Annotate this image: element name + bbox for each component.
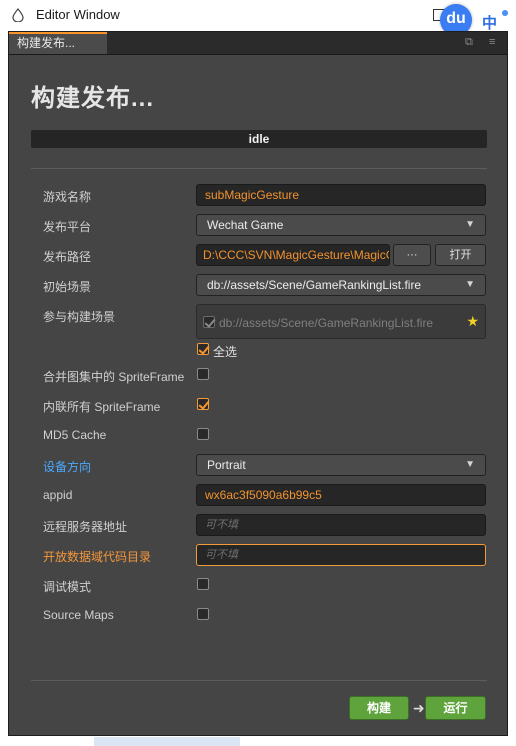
scene-item-checkbox[interactable] xyxy=(203,316,215,328)
md5-cache-label: MD5 Cache xyxy=(43,428,107,442)
scene-item-path: db://assets/Scene/GameRankingList.fire xyxy=(219,316,434,330)
source-maps-checkbox[interactable] xyxy=(197,608,209,620)
inline-sprite-checkbox[interactable] xyxy=(197,398,209,410)
orientation-select[interactable]: Portrait ▼ xyxy=(196,454,486,476)
appid-input[interactable]: wx6ac3f5090a6b99c5 xyxy=(196,484,486,506)
restore-window-icon[interactable]: ⧉ xyxy=(465,36,473,49)
debug-mode-checkbox[interactable] xyxy=(197,578,209,590)
ime-mode-indicator[interactable]: 中 xyxy=(482,12,497,33)
os-titlebar: Editor Window du 中 xyxy=(0,0,516,36)
path-label: 发布路径 xyxy=(43,250,92,264)
platform-label: 发布平台 xyxy=(43,220,92,234)
editor-window: 构建发布... ⧉ ≡ 构建发布... idle 游戏名称 subMagicGe… xyxy=(8,31,508,736)
screen: Editor Window du 中 构建发布... ⧉ ≡ 构建发布... i… xyxy=(0,0,516,746)
game-name-input[interactable]: subMagicGesture xyxy=(196,184,486,206)
tab-strip: 构建发布... ⧉ ≡ xyxy=(9,32,507,55)
orientation-label: 设备方向 xyxy=(43,460,92,474)
divider-bottom xyxy=(31,680,487,681)
select-all-label[interactable]: 全选 xyxy=(213,343,237,360)
open-data-dir-label: 开放数据域代码目录 xyxy=(43,550,152,564)
arrow-right-icon: ➜ xyxy=(413,700,425,716)
remote-server-label: 远程服务器地址 xyxy=(43,520,128,534)
platform-value: Wechat Game xyxy=(207,218,284,232)
source-maps-label: Source Maps xyxy=(43,608,114,622)
md5-cache-checkbox[interactable] xyxy=(197,428,209,440)
menu-icon[interactable]: ≡ xyxy=(489,36,495,48)
chevron-down-icon: ▼ xyxy=(465,459,475,470)
select-all-checkbox[interactable] xyxy=(197,343,209,355)
orientation-value: Portrait xyxy=(207,458,246,472)
remote-server-input[interactable]: 可不填 xyxy=(196,514,486,536)
merge-sprite-label: 合并图集中的 SpriteFrame xyxy=(43,370,185,384)
status-bar: idle xyxy=(31,130,487,148)
inline-sprite-label: 内联所有 SpriteFrame xyxy=(43,400,161,414)
appid-label: appid xyxy=(43,488,73,502)
ime-dot-icon xyxy=(502,10,508,16)
chevron-down-icon: ▼ xyxy=(465,279,475,290)
window-title: Editor Window xyxy=(36,7,120,22)
run-button[interactable]: 运行 xyxy=(425,696,486,720)
build-button[interactable]: 构建 xyxy=(349,696,409,720)
build-scenes-label: 参与构建场景 xyxy=(43,310,116,324)
app-drop-icon xyxy=(12,8,24,22)
merge-sprite-checkbox[interactable] xyxy=(197,368,209,380)
platform-select[interactable]: Wechat Game ▼ xyxy=(196,214,486,236)
chevron-down-icon: ▼ xyxy=(465,219,475,230)
path-input[interactable]: D:\CCC\SVN\MagicGesture\MagicGest xyxy=(196,244,390,266)
open-folder-button[interactable]: 打开 xyxy=(435,244,486,266)
tab-build-publish[interactable]: 构建发布... xyxy=(9,32,107,54)
scene-list: db://assets/Scene/GameRankingList.fire ★ xyxy=(196,304,486,339)
debug-mode-label: 调试模式 xyxy=(43,580,92,594)
game-name-label: 游戏名称 xyxy=(43,190,92,204)
panel-title: 构建发布... xyxy=(31,85,155,112)
start-scene-star-icon: ★ xyxy=(466,313,479,329)
start-scene-value: db://assets/Scene/GameRankingList.fire xyxy=(207,278,422,292)
start-scene-select[interactable]: db://assets/Scene/GameRankingList.fire ▼ xyxy=(196,274,486,296)
divider-top xyxy=(31,168,487,169)
start-scene-label: 初始场景 xyxy=(43,280,92,294)
browse-button[interactable]: ··· xyxy=(393,244,431,266)
open-data-dir-input[interactable]: 可不填 xyxy=(196,544,486,566)
background-window-strip xyxy=(94,737,240,746)
